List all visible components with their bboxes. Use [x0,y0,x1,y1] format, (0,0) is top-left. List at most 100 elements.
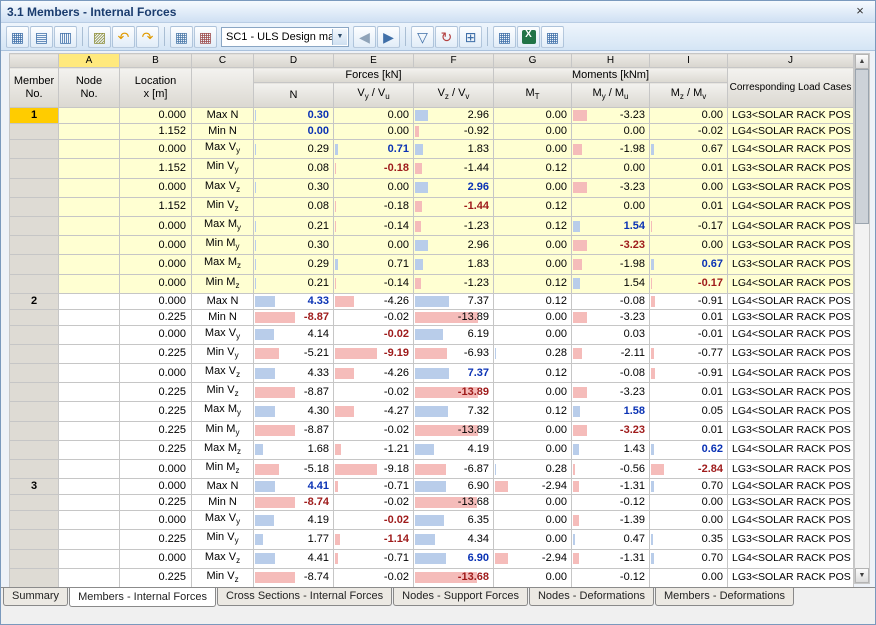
loadcase-cell[interactable]: LG3<SOLAR RACK POS [728,178,854,197]
value-cell[interactable]: 0.30 [254,178,334,197]
loadcase-cell[interactable]: LG3<SOLAR RACK POS [728,530,854,549]
value-cell[interactable]: 4.19 [254,511,334,530]
value-cell[interactable]: 0.12 [494,364,572,383]
value-cell[interactable]: 0.12 [494,197,572,216]
value-cell[interactable]: -0.02 [334,495,414,511]
value-cell[interactable]: 6.90 [414,549,494,568]
value-cell[interactable]: 6.19 [414,325,494,344]
grid-rows-button[interactable]: ▦ [170,26,193,48]
node-cell[interactable] [59,159,120,178]
member-cell[interactable] [10,124,59,140]
loadcase-cell[interactable]: LG4<SOLAR RACK POS [728,197,854,216]
loadcase-cell[interactable]: LG3<SOLAR RACK POS [728,108,854,124]
column-letter-I[interactable]: I [650,54,728,68]
loadcase-cell[interactable]: LG4<SOLAR RACK POS [728,549,854,568]
location-cell[interactable]: 0.225 [120,344,192,363]
value-cell[interactable]: 0.70 [650,479,728,495]
value-cell[interactable]: -8.87 [254,421,334,440]
member-cell[interactable]: 3 [10,479,59,495]
grid-result-button[interactable]: ▦ [194,26,217,48]
value-cell[interactable]: 0.12 [494,274,572,293]
value-cell[interactable]: 0.08 [254,159,334,178]
value-cell[interactable]: 0.00 [494,309,572,325]
value-cell[interactable]: 0.00 [494,440,572,459]
location-cell[interactable]: 0.225 [120,383,192,402]
member-cell[interactable] [10,402,59,421]
value-cell[interactable]: -2.94 [494,479,572,495]
node-cell[interactable] [59,236,120,255]
criteria-cell[interactable]: Max Mz [192,255,254,274]
value-cell[interactable]: 7.37 [414,293,494,309]
value-cell[interactable]: -3.23 [572,383,650,402]
value-cell[interactable]: 4.33 [254,364,334,383]
criteria-cell[interactable]: Max N [192,108,254,124]
node-cell[interactable] [59,421,120,440]
value-cell[interactable]: -0.91 [650,293,728,309]
value-cell[interactable]: 0.00 [494,108,572,124]
node-cell[interactable] [59,530,120,549]
value-cell[interactable]: 0.70 [650,549,728,568]
value-cell[interactable]: 1.54 [572,216,650,235]
value-cell[interactable]: 0.21 [254,274,334,293]
value-cell[interactable]: -6.87 [414,460,494,479]
location-cell[interactable]: 0.000 [120,549,192,568]
value-cell[interactable]: 0.01 [650,197,728,216]
node-cell[interactable] [59,402,120,421]
value-cell[interactable]: 0.00 [572,159,650,178]
value-cell[interactable]: 4.14 [254,325,334,344]
value-cell[interactable]: 1.54 [572,274,650,293]
member-cell[interactable]: 1 [10,108,59,124]
value-cell[interactable]: 1.83 [414,255,494,274]
value-cell[interactable]: 0.00 [572,197,650,216]
node-cell[interactable] [59,124,120,140]
value-cell[interactable]: -1.14 [334,530,414,549]
value-cell[interactable]: 7.37 [414,364,494,383]
value-cell[interactable]: -2.84 [650,460,728,479]
location-cell[interactable]: 0.225 [120,495,192,511]
column-letter-A[interactable]: A [59,54,120,68]
value-cell[interactable]: 0.00 [494,140,572,159]
loadcase-cell[interactable]: LG4<SOLAR RACK POS [728,274,854,293]
criteria-cell[interactable]: Max Vz [192,549,254,568]
tab-summary[interactable]: Summary [3,588,68,606]
value-cell[interactable]: 6.90 [414,479,494,495]
value-cell[interactable]: 4.30 [254,402,334,421]
criteria-cell[interactable]: Min Vz [192,197,254,216]
value-cell[interactable]: -0.14 [334,216,414,235]
criteria-cell[interactable]: Max Vy [192,511,254,530]
result-diagram-button[interactable]: ⊞ [459,26,482,48]
value-cell[interactable]: 0.00 [494,421,572,440]
member-cell[interactable]: 2 [10,293,59,309]
value-cell[interactable]: 0.35 [650,530,728,549]
value-cell[interactable]: -6.93 [414,344,494,363]
close-icon[interactable]: × [851,4,869,20]
location-cell[interactable]: 0.000 [120,108,192,124]
member-cell[interactable] [10,309,59,325]
location-cell[interactable]: 0.225 [120,440,192,459]
member-cell[interactable] [10,530,59,549]
value-cell[interactable]: 0.00 [650,568,728,587]
location-cell[interactable]: 1.152 [120,124,192,140]
column-letter-C[interactable]: C [192,54,254,68]
member-cell[interactable] [10,460,59,479]
value-cell[interactable]: -5.21 [254,344,334,363]
loadcase-cell[interactable]: LG3<SOLAR RACK POS [728,568,854,587]
value-cell[interactable]: -0.71 [334,549,414,568]
value-cell[interactable]: -4.26 [334,364,414,383]
member-cell[interactable] [10,236,59,255]
criteria-cell[interactable]: Min N [192,495,254,511]
value-cell[interactable]: -0.02 [650,124,728,140]
value-cell[interactable]: 0.00 [334,236,414,255]
member-cell[interactable] [10,197,59,216]
member-cell[interactable] [10,344,59,363]
loadcase-cell[interactable]: LG3<SOLAR RACK POS [728,421,854,440]
value-cell[interactable]: -8.87 [254,309,334,325]
member-cell[interactable] [10,549,59,568]
value-cell[interactable]: -8.74 [254,495,334,511]
redo-button[interactable]: ↷ [136,26,159,48]
member-cell[interactable] [10,274,59,293]
value-cell[interactable]: 0.05 [650,402,728,421]
node-cell[interactable] [59,440,120,459]
location-cell[interactable]: 0.225 [120,568,192,587]
value-cell[interactable]: 0.62 [650,440,728,459]
